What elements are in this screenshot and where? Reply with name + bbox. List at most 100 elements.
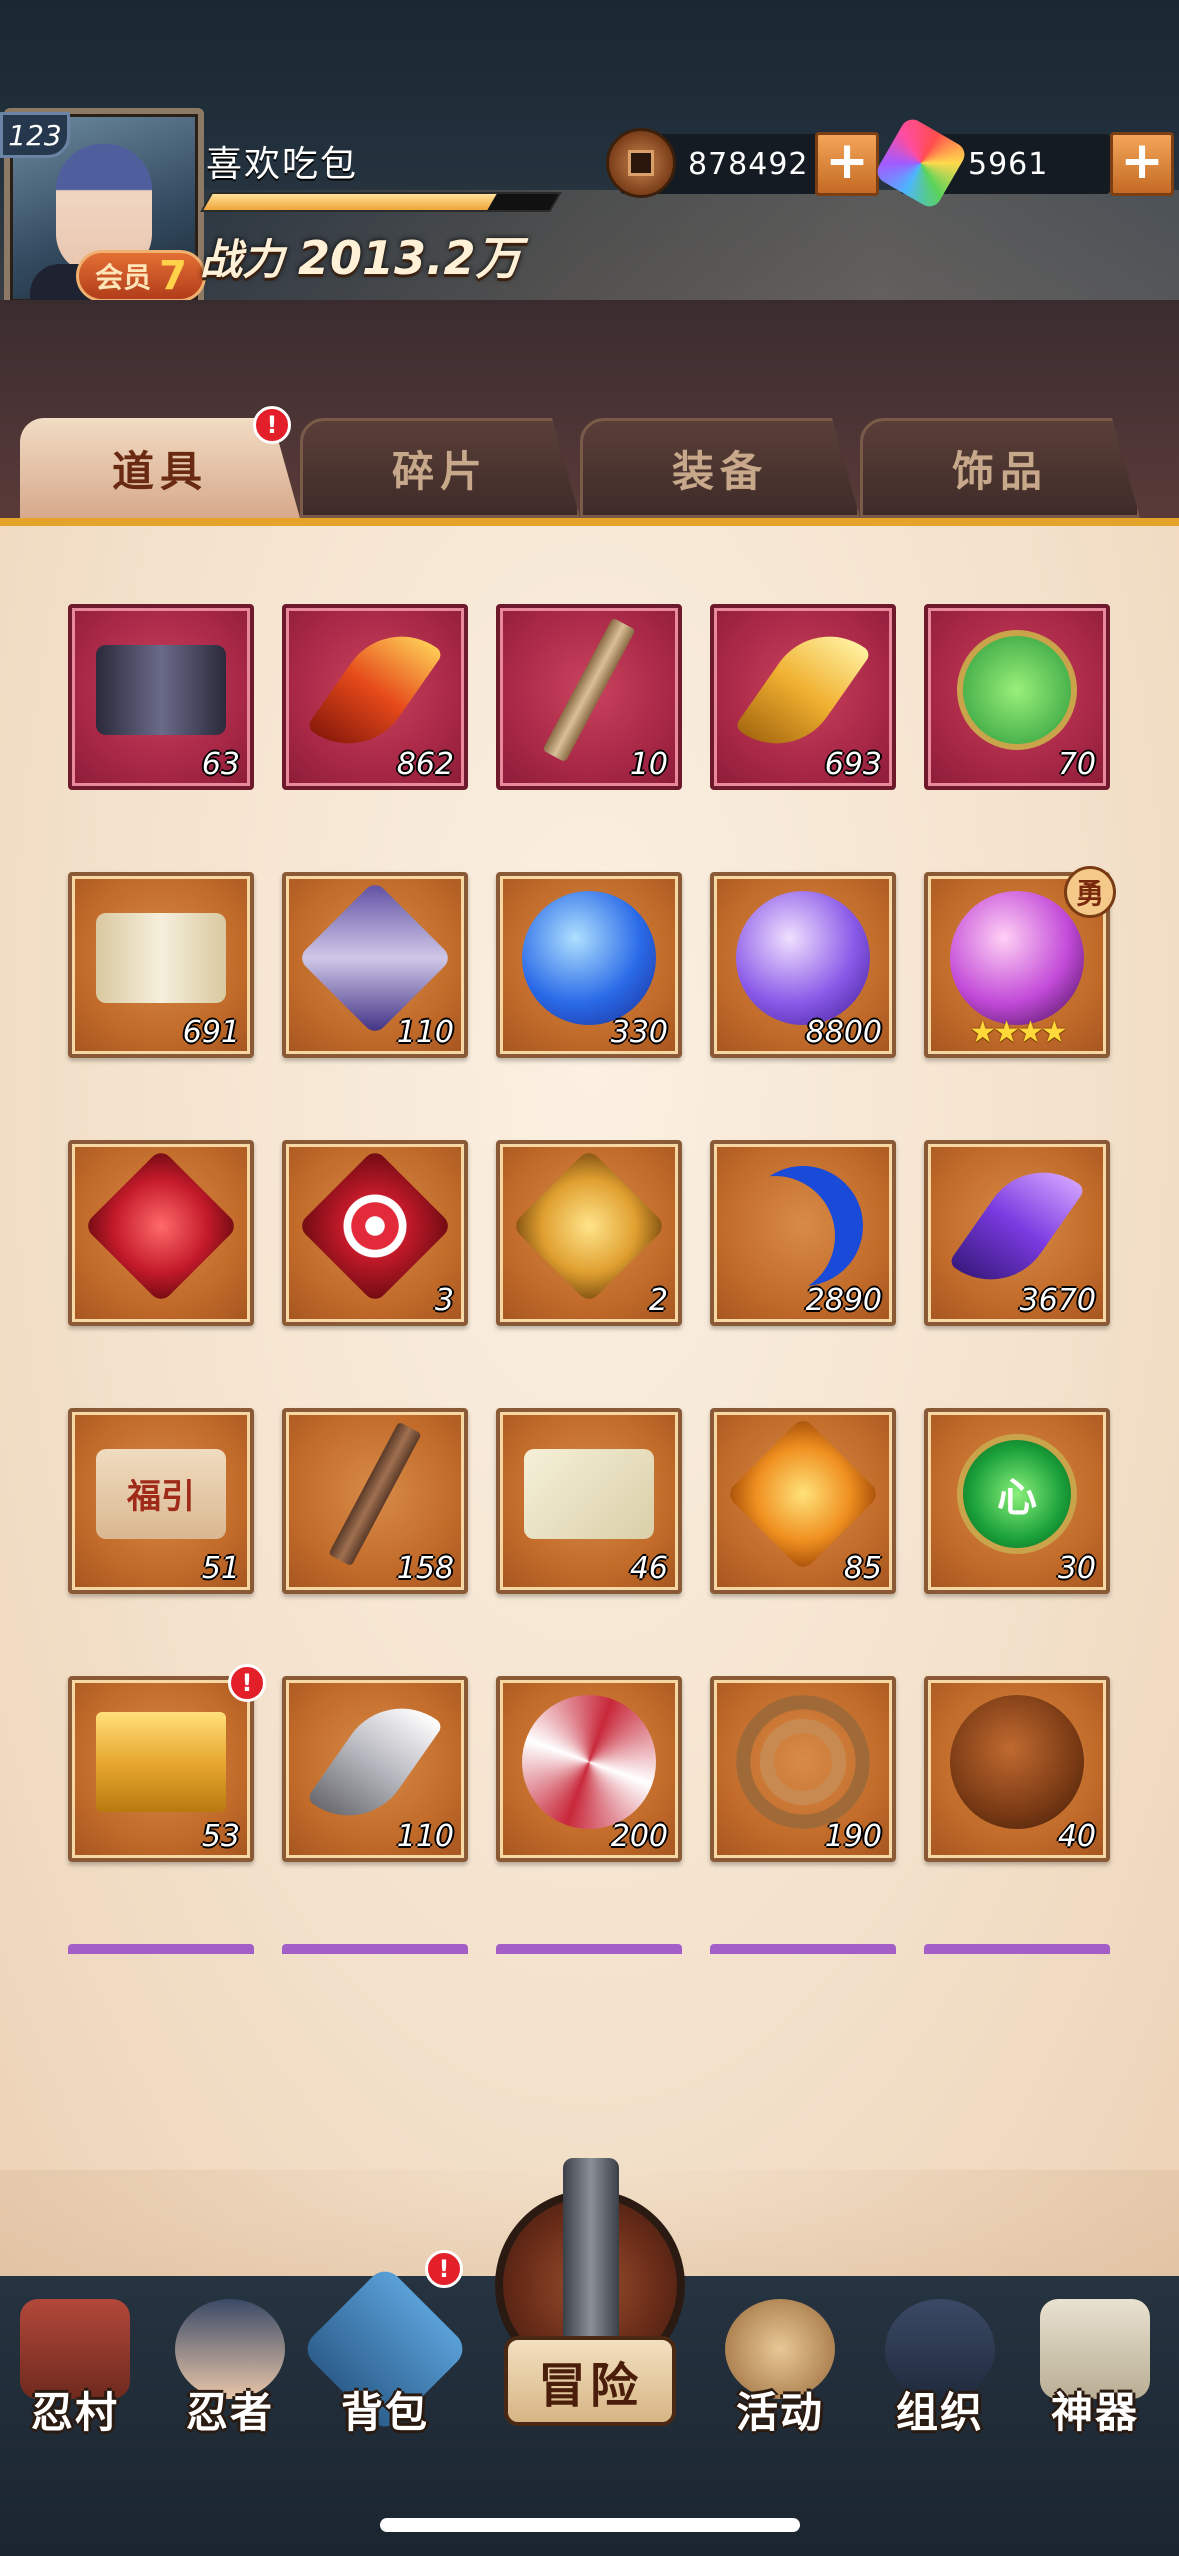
map-scroll-icon xyxy=(96,912,226,1003)
white-kunai-icon xyxy=(306,1684,444,1840)
inventory-slot[interactable]: 691 xyxy=(68,872,254,1058)
item-count: 110 xyxy=(396,1819,454,1854)
inventory-slot[interactable]: 110 xyxy=(282,1676,468,1862)
inventory-slot[interactable]: 330 xyxy=(496,872,682,1058)
inventory-grid: 63 862 10 693 70 691 110 330 8800 ★★★★ 勇 3 2 2890 3670… xyxy=(68,604,1116,1954)
inventory-slot[interactable]: 3670 xyxy=(924,1140,1110,1326)
inventory-slot[interactable]: 190 xyxy=(710,1676,896,1862)
item-count: 85 xyxy=(843,1551,882,1586)
item-alert-badge: ! xyxy=(228,1664,266,1702)
blue-crescent-icon xyxy=(743,1166,863,1286)
inventory-slot[interactable]: 158 xyxy=(282,1408,468,1594)
item-count: 2890 xyxy=(805,1283,882,1318)
item-count: 2 xyxy=(648,1283,668,1318)
inventory-slot[interactable]: 3 xyxy=(282,1140,468,1326)
red-feather-icon xyxy=(306,612,444,768)
inventory-slot[interactable]: 200 xyxy=(496,1676,682,1862)
item-count: 691 xyxy=(182,1015,240,1050)
item-count: 3 xyxy=(434,1283,454,1318)
golden-feather-icon xyxy=(734,612,872,768)
nav-backpack[interactable]: 背包 xyxy=(300,2264,470,2440)
nav-ninja[interactable]: 忍者 xyxy=(155,2280,305,2440)
add-gem-button[interactable]: + xyxy=(1110,132,1174,196)
inventory-slot[interactable]: 8800 xyxy=(710,872,896,1058)
inventory-slot[interactable]: 10 xyxy=(496,604,682,790)
inventory-slot-partial[interactable] xyxy=(496,1944,682,1954)
tab-items-alert-badge: ! xyxy=(253,406,291,444)
inventory-slot[interactable]: 110 xyxy=(282,872,468,1058)
pink-orb-icon xyxy=(950,890,1084,1025)
tab-underline xyxy=(0,518,1179,526)
nav-adventure-label: 冒险 xyxy=(503,2336,676,2426)
item-count: 862 xyxy=(396,747,454,782)
inventory-panel[interactable]: 63 862 10 693 70 691 110 330 8800 ★★★★ 勇 3 2 2890 3670… xyxy=(0,526,1179,2276)
nav-village[interactable]: 忍村 xyxy=(0,2280,150,2440)
inventory-slot[interactable]: 85 xyxy=(710,1408,896,1594)
inventory-slot[interactable]: 46 xyxy=(496,1408,682,1594)
inventory-slot[interactable]: 63 xyxy=(68,604,254,790)
vip-badge[interactable]: 会员 7 xyxy=(76,250,206,302)
tab-equipment[interactable]: 装备 xyxy=(580,418,860,518)
inventory-slot[interactable]: 70 xyxy=(924,604,1110,790)
nav-backpack-alert-badge: ! xyxy=(425,2250,463,2288)
item-count: 53 xyxy=(201,1819,240,1854)
inventory-slot-partial[interactable] xyxy=(68,1944,254,1954)
item-count: 110 xyxy=(396,1015,454,1050)
add-coin-button[interactable]: + xyxy=(815,132,879,196)
item-count: 63 xyxy=(201,747,240,782)
coin-value: 878492 xyxy=(688,146,809,182)
key-icon xyxy=(328,1421,422,1567)
inventory-slot[interactable]: 693 xyxy=(710,604,896,790)
exp-bar-fill xyxy=(203,194,497,210)
blue-orb-icon xyxy=(522,890,656,1025)
inventory-slot[interactable]: 心 30 xyxy=(924,1408,1110,1594)
item-count: 693 xyxy=(824,747,882,782)
rope-icon xyxy=(736,1694,870,1829)
nav-ninja-label: 忍者 xyxy=(185,2388,274,2437)
coin-balance: 878492 xyxy=(606,128,820,198)
item-count: 330 xyxy=(610,1015,668,1050)
red-stone-icon xyxy=(83,1148,239,1304)
nav-artifact-label: 神器 xyxy=(1050,2388,1139,2437)
tab-accessories[interactable]: 饰品 xyxy=(860,418,1140,518)
paper-talisman-icon xyxy=(524,1448,654,1539)
nav-events[interactable]: 活动 xyxy=(705,2280,855,2440)
inventory-slot[interactable]: 2890 xyxy=(710,1140,896,1326)
inventory-slot[interactable]: 862 xyxy=(282,604,468,790)
item-count: 70 xyxy=(1057,747,1096,782)
inventory-slot[interactable]: 53! xyxy=(68,1664,266,1862)
inventory-slot[interactable]: 福引 51 xyxy=(68,1408,254,1594)
nav-backpack-label: 背包 xyxy=(340,2388,429,2437)
inventory-slot[interactable] xyxy=(68,1140,254,1326)
item-count: 51 xyxy=(201,1551,240,1586)
item-glyph-text: 心 xyxy=(997,1474,1037,1521)
inventory-slot-partial[interactable] xyxy=(710,1944,896,1954)
home-indicator[interactable] xyxy=(380,2518,800,2532)
inventory-slot[interactable]: ★★★★ 勇 xyxy=(924,866,1116,1058)
nav-organization[interactable]: 组织 xyxy=(865,2280,1015,2440)
inventory-slot-partial[interactable] xyxy=(282,1944,468,1954)
purple-crystal-icon xyxy=(948,1148,1086,1304)
nav-events-label: 活动 xyxy=(735,2388,824,2437)
item-count: 40 xyxy=(1057,1819,1096,1854)
inventory-slot[interactable]: 40 xyxy=(924,1676,1110,1862)
copper-coin-icon xyxy=(606,128,676,198)
item-stars: ★★★★ xyxy=(969,1015,1068,1050)
tab-fragments[interactable]: 碎片 xyxy=(300,418,580,518)
purple-orb-icon xyxy=(736,890,870,1025)
player-name: 喜欢吃包 xyxy=(206,144,359,185)
red-target-stone-icon xyxy=(297,1148,453,1304)
nav-artifact[interactable]: 神器 xyxy=(1020,2280,1170,2440)
war-fan-icon xyxy=(522,1694,656,1829)
yellow-lightning-stone-icon xyxy=(511,1148,667,1304)
inventory-slot-partial[interactable] xyxy=(924,1944,1110,1954)
inventory-slot[interactable]: 2 xyxy=(496,1140,682,1326)
nav-adventure[interactable]: 冒险 xyxy=(480,2158,700,2460)
green-charm-icon xyxy=(957,629,1077,750)
gem-balance: 5961 xyxy=(873,115,1110,211)
item-count: 46 xyxy=(629,1551,668,1586)
gem-value: 5961 xyxy=(968,146,1049,182)
exp-bar xyxy=(200,192,562,212)
item-count: 10 xyxy=(629,747,668,782)
wooden-stick-icon xyxy=(542,617,636,763)
